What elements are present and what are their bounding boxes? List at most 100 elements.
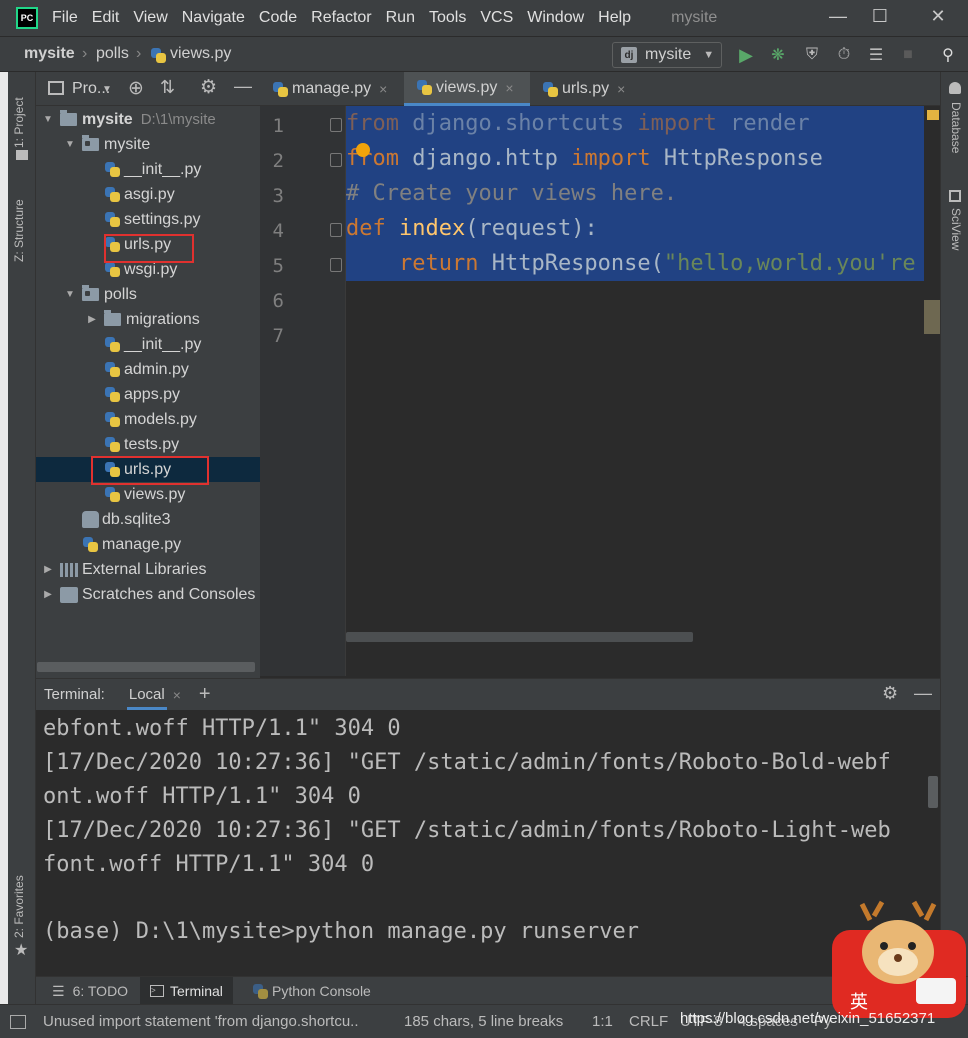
horizontal-scrollbar[interactable] <box>346 632 693 642</box>
tree-item-scratches-and-consoles[interactable]: ▶ Scratches and Consoles <box>36 582 260 607</box>
tree-item-views-py[interactable]: views.py <box>36 482 260 507</box>
code-token: HttpResponse <box>650 146 823 171</box>
tree-item-label: __init__.py <box>124 335 202 353</box>
tree-item-apps-py[interactable]: apps.py <box>36 382 260 407</box>
line-separator[interactable]: CRLF <box>629 1013 668 1030</box>
tab-python-console[interactable]: Python Console <box>242 977 381 1005</box>
tab-terminal[interactable]: > Terminal <box>140 977 233 1005</box>
menu-edit[interactable]: Edit <box>92 9 120 27</box>
breadcrumb-views[interactable]: views.py <box>170 45 231 63</box>
terminal-tab-local[interactable]: Local <box>126 680 167 710</box>
expand-arrow-icon[interactable]: ▼ <box>42 114 54 125</box>
menu-vcs[interactable]: VCS <box>480 9 513 27</box>
menu-file[interactable]: File <box>52 9 78 27</box>
profile-icon[interactable]: ⏱ <box>834 45 854 65</box>
collapse-arrow-icon[interactable]: ▶ <box>42 564 54 575</box>
collapse-arrow-icon[interactable]: ▶ <box>86 314 98 325</box>
horizontal-scrollbar[interactable] <box>37 662 255 672</box>
run-configuration-select[interactable]: dj mysite ▼ <box>612 42 722 68</box>
tree-item-init-py[interactable]: __init__.py <box>36 332 260 357</box>
stop-icon[interactable]: ■ <box>898 45 918 65</box>
tree-item-migrations[interactable]: ▶ migrations <box>36 307 260 332</box>
tree-item-tests-py[interactable]: tests.py <box>36 432 260 457</box>
tree-item-db-sqlite3[interactable]: db.sqlite3 <box>36 507 260 532</box>
project-path: D:\1\mysite <box>140 111 216 128</box>
caret-position[interactable]: 1:1 <box>592 1013 613 1030</box>
status-message[interactable]: Unused import statement 'from django.sho… <box>43 1013 359 1030</box>
code-token: return <box>398 251 479 276</box>
tab-urls-py[interactable]: urls.py × <box>530 72 648 106</box>
tree-item-init-py[interactable]: __init__.py <box>36 157 260 182</box>
folder-icon <box>16 150 28 160</box>
hide-panel-icon[interactable]: — <box>234 76 252 97</box>
tab-label: manage.py <box>292 80 372 97</box>
collapse-all-icon[interactable]: ⇅ <box>160 77 175 98</box>
menu-code[interactable]: Code <box>259 9 297 27</box>
django-icon: dj <box>621 47 637 63</box>
tree-item-settings-py[interactable]: settings.py <box>36 207 260 232</box>
breadcrumb-polls[interactable]: polls <box>96 45 129 63</box>
add-terminal-button[interactable]: + <box>199 683 211 706</box>
search-icon[interactable]: ⚲ <box>938 45 958 65</box>
run-icon[interactable]: ▶ <box>736 45 756 65</box>
debug-icon[interactable]: ❋ <box>768 45 788 65</box>
tab-todo[interactable]: ☰ 6: TODO <box>42 977 138 1005</box>
close-icon[interactable]: × <box>173 687 181 703</box>
menu-navigate[interactable]: Navigate <box>182 9 245 27</box>
expand-arrow-icon[interactable]: ▼ <box>64 139 76 150</box>
structure-tool-tab[interactable]: Z: Structure <box>12 199 26 262</box>
coverage-icon[interactable]: ⛨ <box>802 45 822 65</box>
close-icon[interactable]: × <box>379 81 387 97</box>
sciview-tool-tab[interactable]: SciView <box>949 208 963 250</box>
toggle-tool-windows-icon[interactable] <box>10 1015 26 1029</box>
fold-marker-icon[interactable] <box>330 118 342 132</box>
project-tool-tab[interactable]: 1: Project <box>12 97 26 148</box>
menu-tools[interactable]: Tools <box>429 9 466 27</box>
tree-item-mysite[interactable]: ▼ mysite D:\1\mysite <box>36 107 260 132</box>
close-icon[interactable]: × <box>505 80 513 96</box>
locate-icon[interactable]: ⊕ <box>128 77 144 100</box>
breadcrumb-mysite[interactable]: mysite <box>24 45 75 63</box>
tree-item-admin-py[interactable]: admin.py <box>36 357 260 382</box>
tab-manage-py[interactable]: manage.py × <box>260 72 404 106</box>
close-icon[interactable]: × <box>617 81 625 97</box>
terminal-output[interactable]: ebfont.woff HTTP/1.1" 304 0 [17/Dec/2020… <box>36 710 940 976</box>
expand-arrow-icon[interactable]: ▼ <box>64 289 76 300</box>
favorites-tool-tab[interactable]: 2: Favorites <box>12 875 26 938</box>
tab-views-py[interactable]: views.py × <box>404 72 530 106</box>
tree-item-label: mysite <box>104 135 151 153</box>
tree-item-polls[interactable]: ▼ polls <box>36 282 260 307</box>
menu-window[interactable]: Window <box>527 9 584 27</box>
fold-marker-icon[interactable] <box>330 258 342 272</box>
menu-refactor[interactable]: Refactor <box>311 9 371 27</box>
hide-panel-icon[interactable]: — <box>914 683 932 704</box>
menu-view[interactable]: View <box>133 9 167 27</box>
database-tool-tab[interactable]: Database <box>949 102 963 153</box>
maximize-icon[interactable]: ☐ <box>860 6 900 27</box>
gear-icon[interactable]: ⚙ <box>200 76 217 99</box>
gear-icon[interactable]: ⚙ <box>882 683 898 704</box>
tree-item-asgi-py[interactable]: asgi.py <box>36 182 260 207</box>
menu-help[interactable]: Help <box>598 9 631 27</box>
chevron-down-icon: ▼ <box>102 84 112 95</box>
tree-item-manage-py[interactable]: manage.py <box>36 532 260 557</box>
lightbulb-icon[interactable] <box>356 143 370 157</box>
tree-item-models-py[interactable]: models.py <box>36 407 260 432</box>
fold-marker-icon[interactable] <box>330 153 342 167</box>
fold-marker-icon[interactable] <box>330 223 342 237</box>
tree-item-mysite[interactable]: ▼ mysite <box>36 132 260 157</box>
vertical-scrollbar[interactable] <box>924 300 940 334</box>
collapse-arrow-icon[interactable]: ▶ <box>42 589 54 600</box>
code-editor[interactable]: 1 2 3 4 5 6 7 from django.shortcuts impo… <box>260 106 940 676</box>
tree-item-external-libraries[interactable]: ▶ External Libraries <box>36 557 260 582</box>
concurrency-icon[interactable]: ☰ <box>866 45 886 65</box>
menu-run[interactable]: Run <box>386 9 415 27</box>
tab-label: Terminal <box>170 983 223 999</box>
warning-marker-icon[interactable] <box>927 110 939 120</box>
minimize-icon[interactable]: — <box>818 6 858 27</box>
terminal-line: [17/Dec/2020 10:27:36] "GET /static/admi… <box>43 750 891 775</box>
code-token: django.http <box>398 146 572 171</box>
code-line-5: return HttpResponse("hello,world.you're <box>346 251 916 276</box>
vertical-scrollbar[interactable] <box>928 776 938 808</box>
close-window-icon[interactable]: ✕ <box>918 6 958 27</box>
